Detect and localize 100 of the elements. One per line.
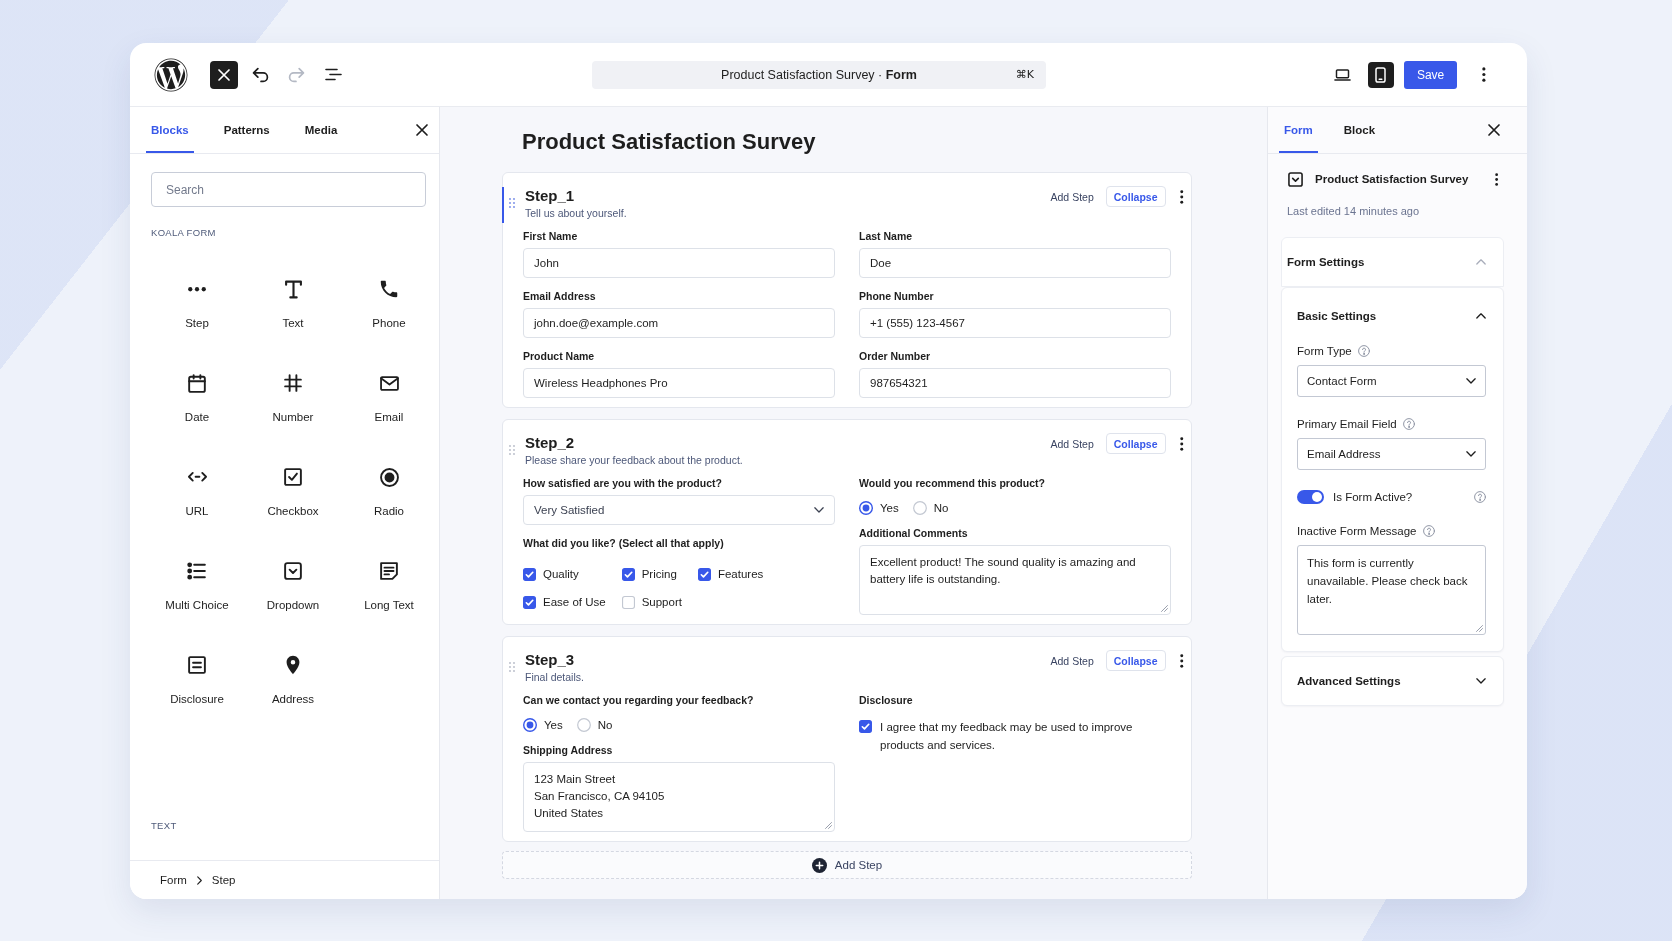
- section-toggle[interactable]: Form Settings: [1281, 237, 1504, 287]
- disclosure-text: I agree that my feedback may be used to improve products and services.: [880, 720, 1134, 753]
- save-button[interactable]: Save: [1403, 60, 1458, 89]
- phone-icon: [378, 278, 400, 300]
- undo-icon[interactable]: [252, 66, 269, 83]
- checkbox[interactable]: [523, 567, 536, 581]
- input-field[interactable]: Doe: [859, 248, 1171, 278]
- radio-button[interactable]: [576, 718, 591, 732]
- checkbox[interactable]: [621, 567, 635, 581]
- collapse-button[interactable]: Collapse: [1105, 433, 1166, 454]
- input-field[interactable]: Wireless Headphones Pro: [523, 368, 835, 398]
- block-item[interactable]: Text: [245, 257, 341, 351]
- block-item[interactable]: Phone: [341, 257, 437, 351]
- radio-button[interactable]: [859, 501, 873, 515]
- preview-button[interactable]: [1367, 61, 1394, 88]
- document-title: Product Satisfaction Survey · Form: [721, 67, 917, 82]
- textarea-field[interactable]: This form is currently unavailable. Please check back later.: [1297, 545, 1486, 635]
- add-step-link[interactable]: Add Step: [1050, 190, 1094, 203]
- checkbox[interactable]: [697, 567, 711, 581]
- block-item[interactable]: Checkbox: [245, 445, 341, 539]
- help-icon: [1357, 345, 1370, 357]
- checkbox[interactable]: [621, 595, 635, 609]
- select-field[interactable]: Email Address: [1297, 438, 1486, 470]
- field-label: What did you like? (Select all that apply): [523, 537, 725, 550]
- field-label: Shipping Address: [523, 744, 614, 757]
- list-view-icon[interactable]: [325, 68, 342, 81]
- textarea-field[interactable]: 123 Main Street San Francisco, CA 94105 United States: [523, 762, 835, 832]
- dots-icon: [188, 286, 206, 292]
- double-arrow-icon: [187, 472, 207, 482]
- radio-button[interactable]: [523, 718, 537, 732]
- resize-handle-icon: [1161, 605, 1168, 612]
- chevron-down-icon: [1476, 678, 1486, 684]
- help-icon: [1422, 525, 1435, 537]
- step-title: Step_2: [525, 433, 576, 453]
- block-item[interactable]: Long Text: [341, 539, 437, 633]
- input-field[interactable]: 987654321: [859, 368, 1171, 398]
- drag-handle-icon[interactable]: [509, 662, 515, 672]
- kebab-menu-icon[interactable]: [1179, 653, 1183, 668]
- radio-button[interactable]: [912, 501, 927, 515]
- block-item[interactable]: Email: [341, 351, 437, 445]
- control-label: Primary Email Field: [1297, 417, 1397, 431]
- resize-handle-icon: [825, 822, 832, 829]
- group-toggle[interactable]: Advanced Settings: [1282, 657, 1503, 705]
- block-item[interactable]: URL: [149, 445, 245, 539]
- radio-label: No: [933, 501, 949, 515]
- block-item[interactable]: Disclosure: [149, 633, 245, 727]
- sidebar-tab[interactable]: Block: [1338, 107, 1381, 153]
- command-bar[interactable]: Product Satisfaction Survey · Form ⌘K: [592, 60, 1046, 89]
- checkbox-label: Support: [641, 595, 682, 609]
- breadcrumb-item[interactable]: Form: [160, 874, 187, 886]
- collapse-button[interactable]: Collapse: [1105, 186, 1166, 207]
- step-description: Please share your feedback about the product.: [525, 453, 743, 467]
- kebab-menu-icon[interactable]: [1494, 172, 1498, 186]
- block-item[interactable]: Date: [149, 351, 245, 445]
- checkbox[interactable]: [523, 595, 536, 609]
- select-field[interactable]: Very Satisfied: [523, 495, 835, 525]
- block-item[interactable]: Dropdown: [245, 539, 341, 633]
- group-toggle[interactable]: Basic Settings: [1282, 288, 1503, 344]
- select-field[interactable]: Contact Form: [1297, 365, 1486, 397]
- hash-icon: [284, 374, 302, 392]
- note-icon: [380, 562, 398, 580]
- input-field[interactable]: john.doe@example.com: [523, 308, 835, 338]
- sidebar-tab[interactable]: Patterns: [218, 107, 275, 153]
- add-step-bar[interactable]: Add Step: [502, 851, 1192, 879]
- step-description: Final details.: [525, 670, 584, 684]
- resize-handle-icon: [1476, 625, 1483, 632]
- input-field[interactable]: John: [523, 248, 835, 278]
- collapse-button[interactable]: Collapse: [1105, 650, 1166, 671]
- input-field[interactable]: +1 (555) 123-4567: [859, 308, 1171, 338]
- checkbox-label: Ease of Use: [543, 595, 606, 609]
- smartphone-icon: [1375, 66, 1387, 83]
- inserter-toggle-button[interactable]: [210, 60, 238, 89]
- block-item[interactable]: Address: [245, 633, 341, 727]
- textarea-field[interactable]: Excellent product! The sound quality is amazing and battery life is outstanding.: [859, 545, 1171, 615]
- search-field[interactable]: Search: [151, 172, 426, 207]
- breadcrumb-item[interactable]: Step: [211, 874, 236, 886]
- toggle-switch[interactable]: [1297, 490, 1324, 504]
- keyboard-shortcut: ⌘K: [1015, 68, 1035, 81]
- checkbox[interactable]: [859, 720, 872, 733]
- add-step-link[interactable]: Add Step: [1050, 437, 1094, 450]
- field-label: Can we contact you regarding your feedback?: [523, 694, 755, 707]
- block-item[interactable]: Number: [245, 351, 341, 445]
- page-title: Product Satisfaction Survey: [522, 129, 817, 155]
- block-item[interactable]: Multi Choice: [149, 539, 245, 633]
- kebab-menu-icon[interactable]: [1482, 67, 1486, 82]
- control-label: Inactive Form Message: [1297, 524, 1417, 538]
- add-step-link[interactable]: Add Step: [1050, 654, 1094, 667]
- sidebar-tab[interactable]: Blocks: [146, 107, 194, 153]
- drag-handle-icon[interactable]: [509, 445, 515, 455]
- drag-handle-icon[interactable]: [509, 198, 515, 208]
- kebab-menu-icon[interactable]: [1179, 436, 1183, 451]
- step-description: Tell us about yourself.: [525, 206, 627, 220]
- sidebar-tab[interactable]: Form: [1279, 107, 1318, 153]
- kebab-menu-icon[interactable]: [1179, 189, 1183, 204]
- logo-icon[interactable]: [154, 57, 188, 92]
- close-icon[interactable]: [416, 124, 428, 136]
- block-item[interactable]: Step: [149, 257, 245, 351]
- block-item[interactable]: Radio: [341, 445, 437, 539]
- close-icon[interactable]: [1488, 124, 1500, 136]
- sidebar-tab[interactable]: Media: [299, 107, 343, 153]
